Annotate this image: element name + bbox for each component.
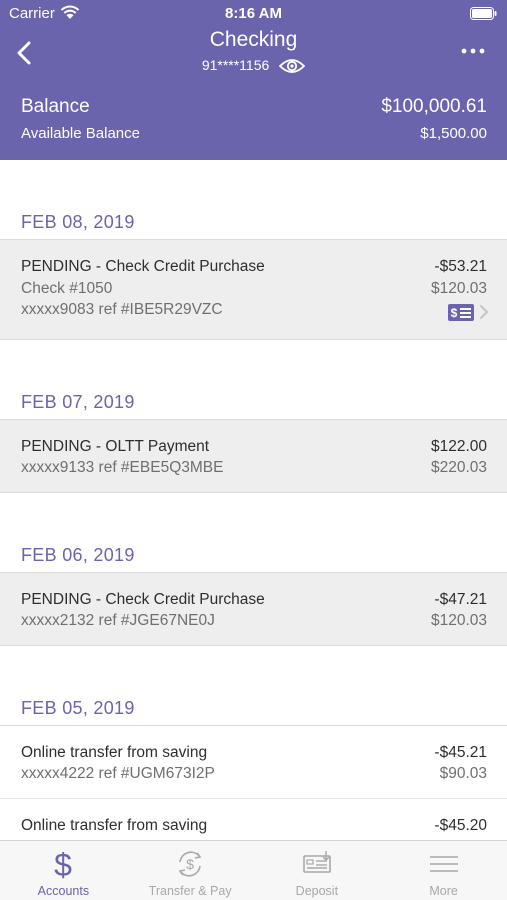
- balance-label: Balance: [21, 96, 90, 117]
- transaction-row[interactable]: Online transfer from saving -$45.21 xxxx…: [0, 726, 507, 798]
- date-header: FEB 05, 2019: [0, 646, 507, 726]
- transaction-balance: $120.03: [430, 612, 487, 629]
- date-label: FEB 05, 2019: [21, 697, 135, 718]
- transaction-description: PENDING - Check Credit Purchase: [21, 590, 265, 608]
- svg-text:$: $: [54, 847, 72, 881]
- transaction-description: Online transfer from saving: [21, 743, 208, 761]
- transaction-list[interactable]: FEB 08, 2019 PENDING - Check Credit Purc…: [0, 160, 507, 840]
- tab-deposit[interactable]: Deposit: [254, 841, 381, 900]
- menu-icon: [429, 856, 458, 872]
- transaction-amount: -$47.21: [434, 590, 487, 608]
- transaction-amount: $122.00: [430, 437, 487, 455]
- transaction-balance: $220.03: [430, 459, 487, 476]
- date-header: FEB 08, 2019: [0, 160, 507, 240]
- tab-transfer-pay[interactable]: $ Transfer & Pay: [127, 841, 254, 900]
- transaction-reference: xxxxx4222 ref #UGM673I2P: [21, 765, 215, 782]
- tab-label: More: [429, 884, 458, 898]
- date-label: FEB 06, 2019: [21, 544, 135, 565]
- transaction-row[interactable]: Online transfer from saving -$45.20: [0, 797, 507, 841]
- tab-accounts[interactable]: $ Accounts: [0, 841, 127, 900]
- transaction-reference: xxxxx2132 ref #JGE67NE0J: [21, 612, 215, 629]
- transaction-group: PENDING - OLTT Payment $122.00 xxxxx9133…: [0, 419, 507, 493]
- account-number: 91****1156: [201, 57, 270, 73]
- status-time: 8:16 AM: [225, 5, 282, 22]
- date-label: FEB 07, 2019: [21, 391, 135, 412]
- account-header: Carrier 8:16 AM Checking 91****1156 Bala…: [0, 0, 507, 160]
- deposit-icon: [303, 851, 331, 873]
- transaction-reference: xxxxx9083 ref #IBE5R29VZC: [21, 301, 223, 318]
- transaction-amount: -$53.21: [434, 258, 487, 275]
- page-title: Checking: [209, 28, 298, 51]
- transaction-balance: $120.03: [430, 279, 487, 297]
- transaction-row[interactable]: PENDING - OLTT Payment $122.00 xxxxx9133…: [0, 420, 507, 492]
- eye-icon[interactable]: [279, 57, 306, 75]
- available-balance-value: $1,500.00: [420, 125, 487, 142]
- transaction-check-number: Check #1050: [21, 279, 113, 297]
- svg-text:$: $: [186, 856, 194, 872]
- chevron-right-icon[interactable]: [479, 304, 489, 320]
- transaction-amount: -$45.20: [434, 816, 487, 834]
- available-balance-label: Available Balance: [21, 125, 140, 142]
- transaction-description: PENDING - Check Credit Purchase: [21, 258, 265, 275]
- check-image-icon[interactable]: $: [448, 303, 474, 321]
- transaction-reference: xxxxx9133 ref #EBE5Q3MBE: [21, 459, 224, 476]
- transaction-balance: $90.03: [439, 765, 487, 782]
- account-number-line: 91****1156: [0, 57, 507, 75]
- dollar-icon: $: [54, 847, 72, 881]
- balance-value: $100,000.61: [381, 96, 487, 117]
- tab-more[interactable]: More: [380, 841, 507, 900]
- svg-text:$: $: [451, 306, 458, 320]
- status-bar: Carrier 8:16 AM: [0, 0, 507, 28]
- transaction-amount: -$45.21: [434, 743, 487, 761]
- transaction-group: PENDING - Check Credit Purchase -$47.21 …: [0, 572, 507, 646]
- date-label: FEB 08, 2019: [21, 212, 135, 232]
- transaction-group: Online transfer from saving -$45.21 xxxx…: [0, 725, 507, 841]
- date-header: FEB 07, 2019: [0, 340, 507, 420]
- date-header: FEB 06, 2019: [0, 493, 507, 573]
- transaction-description: Online transfer from saving: [21, 816, 208, 834]
- transfer-icon: $: [178, 851, 202, 877]
- tab-label: Deposit: [295, 884, 339, 898]
- tab-label: Transfer & Pay: [148, 884, 232, 898]
- transaction-row[interactable]: PENDING - Check Credit Purchase -$47.21 …: [0, 573, 507, 645]
- battery-icon: [470, 7, 497, 20]
- tab-bar: $ Accounts $ Transfer & Pay Deposit More: [0, 840, 507, 900]
- more-options-icon[interactable]: [461, 47, 485, 55]
- tab-label: Accounts: [37, 884, 90, 898]
- transaction-group: PENDING - Check Credit Purchase -$53.21 …: [0, 240, 507, 340]
- transaction-description: PENDING - OLTT Payment: [21, 437, 210, 455]
- transaction-row[interactable]: PENDING - Check Credit Purchase -$53.21 …: [0, 240, 507, 339]
